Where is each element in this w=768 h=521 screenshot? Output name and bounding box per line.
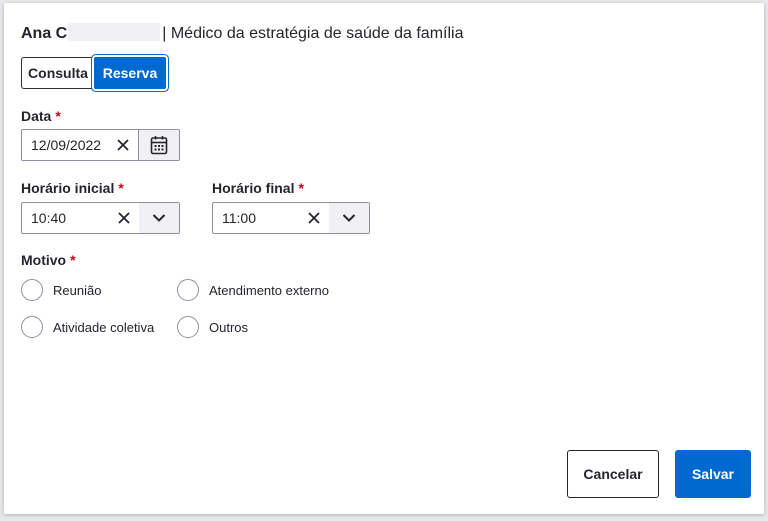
radio-outros[interactable]: Outros	[177, 316, 248, 338]
professional-name: Ana C	[21, 25, 68, 42]
close-icon[interactable]	[299, 211, 329, 225]
radio-atividade-coletiva[interactable]: Atividade coletiva	[21, 316, 154, 338]
start-time-select[interactable]: 10:40	[21, 202, 180, 234]
radio-circle[interactable]	[21, 316, 43, 338]
radio-label[interactable]: Atendimento externo	[209, 283, 329, 298]
required-asterisk: *	[298, 180, 304, 196]
required-asterisk: *	[118, 180, 124, 196]
start-time-label: Horário inicial *	[21, 180, 124, 196]
end-time-value[interactable]: 11:00	[213, 210, 299, 226]
date-field[interactable]: 12/09/2022	[21, 129, 180, 161]
radio-circle[interactable]	[177, 279, 199, 301]
cancel-button[interactable]: Cancelar	[567, 450, 659, 498]
date-label: Data *	[21, 108, 61, 124]
radio-reuniao[interactable]: Reunião	[21, 279, 101, 301]
radio-label[interactable]: Outros	[209, 320, 248, 335]
consulta-toggle-button[interactable]: Consulta	[21, 57, 94, 89]
radio-label[interactable]: Reunião	[53, 283, 101, 298]
appointment-type-toggle: Consulta Reserva	[21, 57, 166, 89]
radio-atendimento-externo[interactable]: Atendimento externo	[177, 279, 329, 301]
chevron-down-icon[interactable]	[329, 203, 369, 233]
reservation-dialog: Ana C | Médico da estratégia de saúde da …	[4, 3, 764, 514]
date-value[interactable]: 12/09/2022	[22, 137, 108, 153]
radio-circle[interactable]	[21, 279, 43, 301]
end-time-select[interactable]: 11:00	[212, 202, 370, 234]
professional-header: Ana C | Médico da estratégia de saúde da …	[21, 23, 463, 44]
chevron-down-icon[interactable]	[139, 203, 179, 233]
end-time-label: Horário final *	[212, 180, 304, 196]
end-time-label-text: Horário final	[212, 180, 295, 196]
radio-label[interactable]: Atividade coletiva	[53, 320, 154, 335]
professional-role: Médico da estratégia de saúde da família	[170, 25, 464, 42]
required-asterisk: *	[70, 252, 76, 268]
reserva-toggle-button[interactable]: Reserva	[94, 57, 166, 89]
reason-label: Motivo *	[21, 252, 76, 268]
close-icon[interactable]	[108, 138, 138, 152]
reason-label-text: Motivo	[21, 252, 67, 268]
radio-circle[interactable]	[177, 316, 199, 338]
calendar-icon[interactable]	[138, 130, 179, 160]
redacted-name-block	[68, 23, 161, 41]
start-time-value[interactable]: 10:40	[22, 210, 109, 226]
header-separator: |	[162, 25, 167, 42]
start-time-label-text: Horário inicial	[21, 180, 115, 196]
required-asterisk: *	[55, 108, 61, 124]
save-button[interactable]: Salvar	[675, 450, 751, 498]
close-icon[interactable]	[109, 211, 139, 225]
date-label-text: Data	[21, 108, 52, 124]
